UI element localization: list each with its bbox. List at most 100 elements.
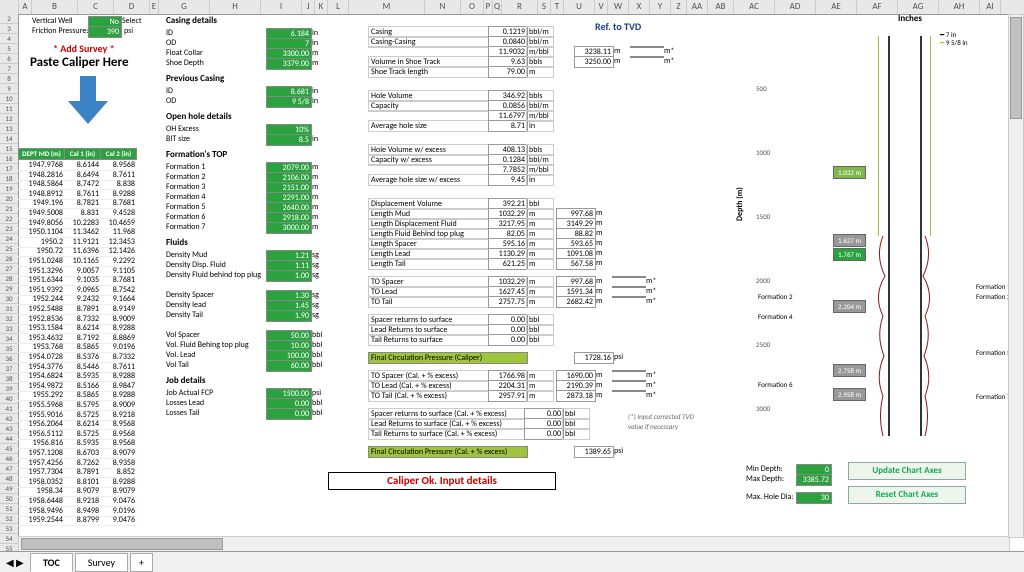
- field-value[interactable]: 0.00: [266, 408, 312, 420]
- tvd-input[interactable]: [630, 56, 664, 58]
- calc-label: Tail Returns to surface: [368, 334, 492, 346]
- field-unit: sg: [310, 270, 319, 280]
- table-cell: 9.0476: [100, 515, 137, 526]
- section-header: Formation's TOP: [166, 150, 227, 160]
- field-value[interactable]: 1.00: [266, 270, 312, 282]
- fcp-ex-unit: psi: [612, 446, 623, 456]
- badge-2958: 2.958 m: [833, 388, 866, 401]
- tab-nav-icon[interactable]: ◀ ▶: [6, 556, 24, 569]
- reset-chart-button[interactable]: Reset Chart Axes: [848, 486, 966, 504]
- y-tick: 3000: [756, 404, 770, 413]
- field-unit: bbl: [310, 408, 322, 418]
- field-label: Formation 4: [166, 192, 266, 202]
- friction-label: Friction Pressure:: [32, 26, 88, 36]
- tvd-input[interactable]: [612, 296, 646, 298]
- vertical-well-label: Vertical Well: [32, 16, 73, 26]
- ref-to-tvd: Ref. to TVD: [595, 22, 641, 32]
- fcp-unit: psi: [612, 352, 623, 362]
- formation-4-label: Formation 4: [758, 312, 793, 322]
- calc-value: 2757.75: [488, 296, 528, 308]
- calc-label: Length Tail: [368, 258, 492, 270]
- field-unit: bbl: [310, 398, 322, 408]
- y-tick: 2000: [756, 276, 770, 285]
- field-unit: sg: [310, 250, 319, 260]
- formation-3-label: Formation 3: [976, 292, 1011, 302]
- max-hole-input[interactable]: 30: [796, 492, 832, 504]
- tvd-note: (*) Input corrected TVD value if necessa…: [628, 412, 698, 432]
- y-tick: 1000: [756, 148, 770, 157]
- calc-tvd-unit: m: [594, 218, 606, 228]
- tvd-input[interactable]: [612, 380, 646, 382]
- field-value[interactable]: 8.5: [266, 134, 312, 146]
- badge-2204: 2.204 m: [833, 300, 866, 313]
- vertical-scrollbar[interactable]: [1008, 14, 1024, 538]
- field-label: Vol. Lead: [166, 350, 266, 360]
- field-label: OH Excess: [166, 124, 266, 134]
- vertical-well-select: Select: [122, 16, 142, 26]
- field-label: Vol Spacer: [166, 330, 266, 340]
- field-value[interactable]: 9 5/8: [266, 96, 312, 108]
- calc-value: 2957.91: [488, 390, 528, 402]
- paste-caliper-text: Paste Caliper Here: [30, 58, 128, 68]
- tvd-input-unit: m*: [644, 276, 656, 286]
- tvd-input[interactable]: [630, 46, 664, 48]
- field-label: Vol Tail: [166, 360, 266, 370]
- friction-input[interactable]: 390: [88, 26, 122, 38]
- tvd-input[interactable]: [612, 370, 646, 372]
- fcp-label: Final Circulation Pressure (Caliper): [368, 352, 528, 364]
- tvd-input-unit: m*: [644, 296, 656, 306]
- field-unit: m: [310, 222, 318, 232]
- add-survey-text: * Add Survey *: [53, 44, 115, 54]
- calc-label: Shoe Track length: [368, 66, 492, 78]
- field-value[interactable]: 3379.00: [266, 58, 312, 70]
- field-label: Formation 6: [166, 212, 266, 222]
- badge-1627: 1.627 m: [833, 234, 866, 247]
- calc-unit: bbl: [526, 334, 554, 346]
- chart-title: Inches: [898, 14, 922, 24]
- field-unit: m: [310, 162, 318, 172]
- tab-survey[interactable]: Survey: [75, 553, 128, 572]
- tvd-input[interactable]: [612, 276, 646, 278]
- calc-tvd-unit: m: [594, 296, 606, 306]
- field-unit: bbl: [310, 360, 322, 370]
- formation-2-label: Formation 2: [758, 292, 793, 302]
- calc-tvd-unit: m: [594, 286, 606, 296]
- formation-6-label: Formation 6: [758, 380, 793, 390]
- field-label: Density lead: [166, 300, 266, 310]
- calc-tvd-unit: m: [594, 276, 606, 286]
- horizontal-scrollbar[interactable]: [18, 536, 1010, 552]
- y-tick: 500: [756, 84, 767, 93]
- formation-7-label: Formation 7: [976, 392, 1011, 402]
- calc-tvd-unit: m: [594, 238, 606, 248]
- field-value[interactable]: 60.00: [266, 360, 312, 372]
- field-unit: in: [310, 96, 318, 106]
- calc-label: [368, 164, 492, 166]
- calc-tvd: 2873.18: [556, 390, 596, 402]
- tvd-input-unit: m*: [644, 286, 656, 296]
- field-value[interactable]: 3000.00: [266, 222, 312, 234]
- tvd-value: 3250.00: [574, 56, 614, 68]
- update-chart-button[interactable]: Update Chart Axes: [848, 462, 966, 480]
- field-label: Density Fluid behind top plug: [166, 270, 266, 280]
- max-depth-input[interactable]: 3385.72: [796, 474, 832, 486]
- friction-unit: psi: [122, 26, 133, 36]
- tvd-input[interactable]: [612, 286, 646, 288]
- calc-tvd: 567.58: [556, 258, 596, 270]
- badge-2758: 2.758 m: [833, 364, 866, 377]
- field-label: Density Spacer: [166, 290, 266, 300]
- calc-value: 79.00: [488, 66, 528, 78]
- arrow-down-icon: [68, 76, 108, 129]
- caliper-hdr-cal1: Cal 1 (in): [64, 148, 101, 160]
- tab-toc[interactable]: TOC: [30, 553, 73, 572]
- tab-add[interactable]: +: [130, 553, 153, 572]
- tvd-input[interactable]: [612, 390, 646, 392]
- calc-tvd-unit: m: [594, 370, 606, 380]
- column-headers: A B C D E G H I J K L M N O P Q R S T U …: [0, 0, 1024, 15]
- field-unit: m: [310, 172, 318, 182]
- badge-1767: 1.767 m: [833, 248, 866, 261]
- calc-tvd-unit: m: [594, 258, 606, 268]
- field-unit: sg: [310, 310, 319, 320]
- tvd-unit: m: [612, 46, 620, 56]
- field-label: Shoe Depth: [166, 58, 266, 68]
- field-value[interactable]: 1.90: [266, 310, 312, 322]
